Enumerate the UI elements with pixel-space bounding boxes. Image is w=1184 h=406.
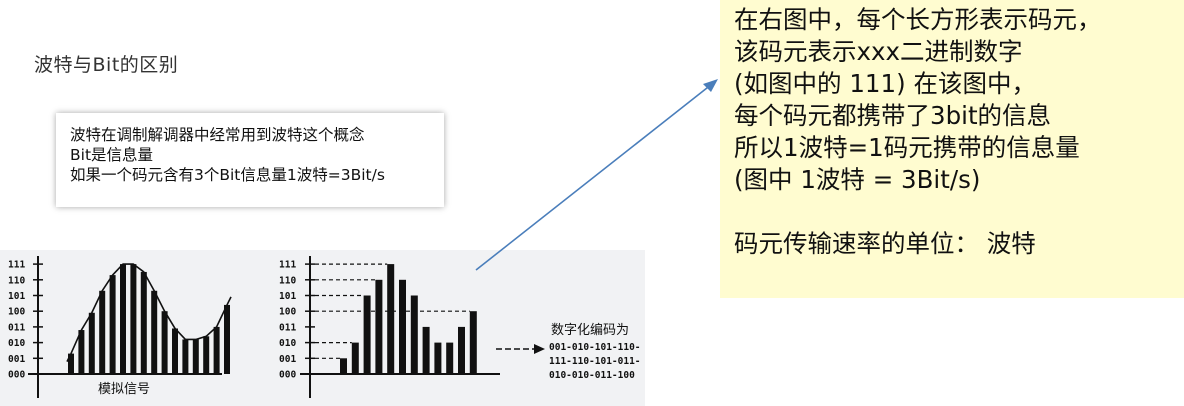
left-level-label: 110 [8, 275, 25, 286]
left-sample-bar [182, 339, 189, 374]
left-caption: 模拟信号 [98, 382, 150, 397]
left-sample-bar [172, 328, 178, 374]
left-sample-bar [99, 290, 106, 374]
left-sample-bar [88, 312, 95, 374]
left-sample-bar [109, 275, 116, 374]
left-level-label: 001 [8, 354, 25, 365]
left-level-label: 101 [8, 291, 25, 302]
left-level-label: 010 [8, 338, 25, 349]
pointer-arrow-line [475, 83, 713, 271]
right-code-bar [469, 311, 477, 374]
left-sample-bar [151, 290, 158, 374]
right-level-label: 000 [279, 370, 296, 381]
code-arrow-head [534, 344, 545, 354]
left-sample-bar [203, 336, 210, 374]
left-sample-bar [130, 264, 137, 374]
right-level-label: 101 [279, 291, 296, 302]
left-sample-bar [120, 264, 126, 374]
right-code-bar [363, 295, 371, 374]
code-sequence-line: 010-010-011-100 [549, 370, 635, 381]
right-code-bar [458, 326, 465, 374]
right-caption: 数字化编码为 [551, 323, 629, 338]
left-sample-bar [192, 339, 199, 374]
code-sequence-line: 001-010-101-110- [549, 342, 641, 353]
right-level-label: 100 [279, 307, 296, 318]
left-sample-bar [224, 304, 230, 374]
left-sample-bar [161, 311, 168, 374]
right-level-label: 011 [279, 322, 296, 333]
left-sample-bar [140, 271, 147, 374]
right-code-bar [375, 279, 383, 374]
right-code-bar [387, 264, 395, 374]
code-sequence-line: 111-110-101-011- [549, 356, 641, 367]
right-level-label: 001 [279, 354, 296, 365]
left-level-label: 011 [8, 322, 25, 333]
right-level-label: 110 [279, 275, 296, 286]
right-code-bar [399, 279, 406, 374]
signal-diagram: 111 111 110 110 101 101 100 100 011 011 010 010 001 0… [8, 79, 718, 398]
right-code-bar [351, 342, 359, 374]
right-code-bar [434, 342, 442, 374]
right-level-label: 111 [279, 260, 296, 271]
right-code-bar [422, 326, 430, 374]
left-level-label: 100 [8, 307, 25, 318]
right-code-bar [340, 358, 347, 374]
right-code-bar [410, 295, 418, 374]
right-code-bar [446, 342, 454, 374]
left-sample-bar [213, 326, 220, 374]
left-level-label: 000 [8, 370, 25, 381]
right-level-label: 010 [279, 338, 296, 349]
left-level-label: 111 [8, 260, 25, 271]
